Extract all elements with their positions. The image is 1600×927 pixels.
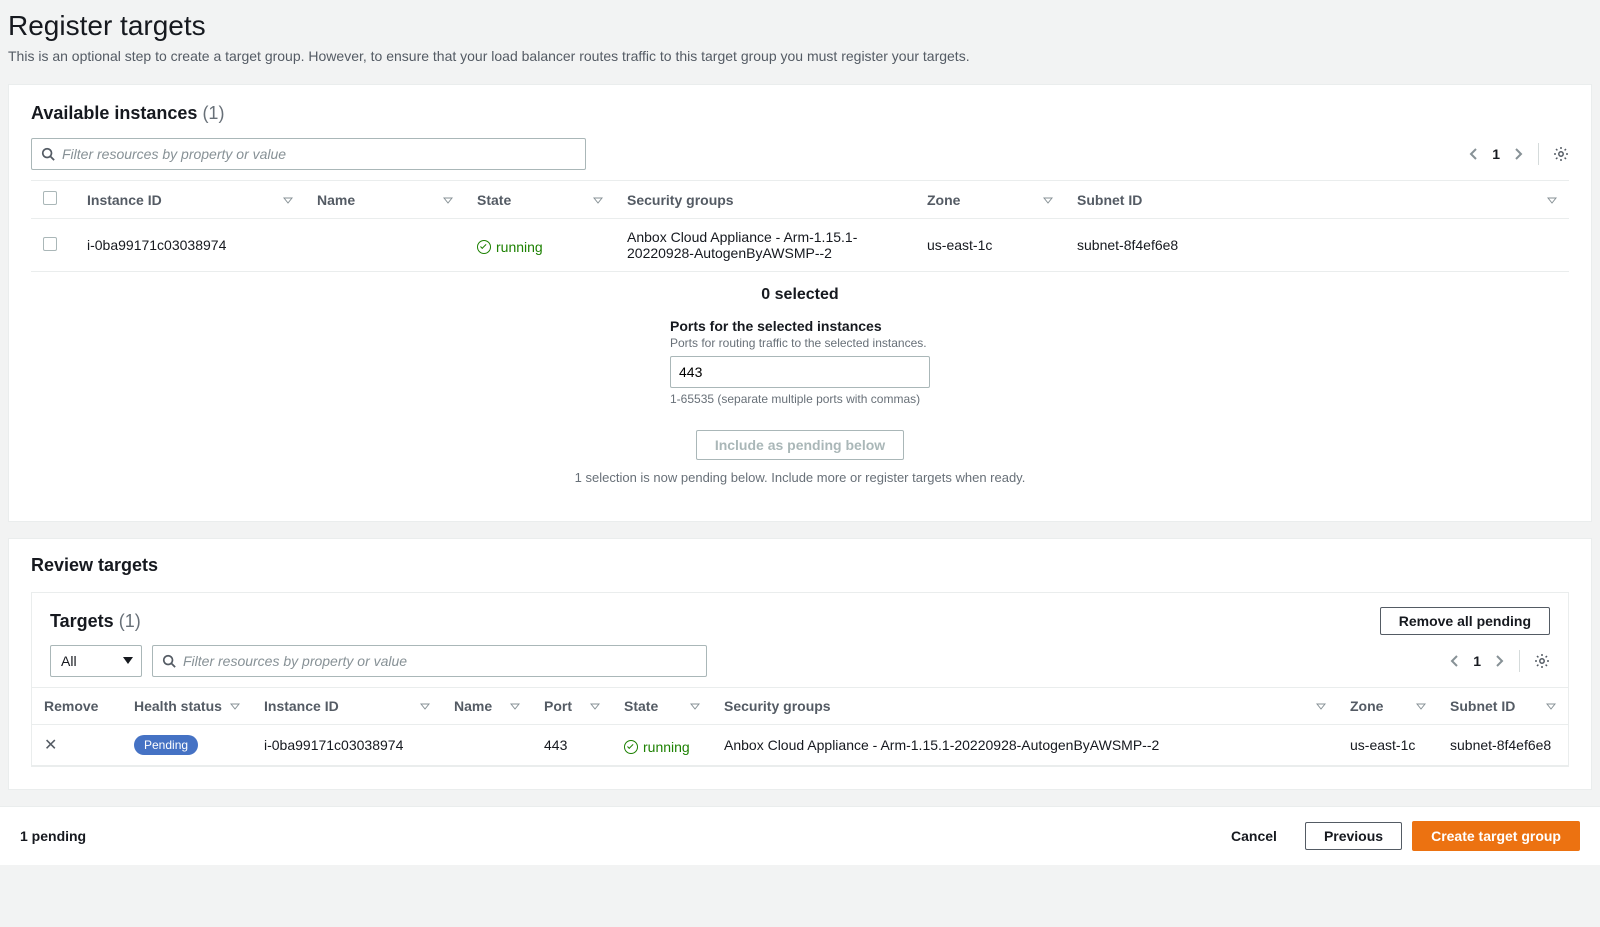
- select-all-checkbox[interactable]: [43, 191, 57, 205]
- security-groups-cell: Anbox Cloud Appliance - Arm-1.15.1-20220…: [615, 219, 915, 272]
- available-filter-input[interactable]: [31, 138, 586, 170]
- sort-caret-icon[interactable]: [420, 701, 430, 711]
- sort-caret-icon[interactable]: [593, 195, 603, 205]
- review-targets-title: Review targets: [9, 539, 1591, 576]
- settings-gear-icon[interactable]: [1553, 146, 1569, 162]
- sort-caret-icon[interactable]: [1416, 701, 1426, 711]
- sort-caret-icon[interactable]: [1546, 701, 1556, 711]
- port-cell: 443: [532, 725, 612, 766]
- available-instances-table: Instance ID Name State Security groups Z…: [31, 180, 1569, 272]
- settings-gear-icon[interactable]: [1534, 653, 1550, 669]
- state-cell: running: [465, 219, 615, 272]
- subnet-cell: subnet-8f4ef6e8: [1438, 725, 1568, 766]
- table-row[interactable]: ✕ Pending i-0ba99171c03038974 443 runnin…: [32, 725, 1568, 766]
- targets-filter-dropdown[interactable]: All: [50, 645, 142, 677]
- previous-button[interactable]: Previous: [1305, 822, 1402, 850]
- remove-row-button[interactable]: ✕: [44, 735, 57, 755]
- next-page-button[interactable]: [1495, 654, 1505, 668]
- chevron-down-icon: [123, 657, 133, 665]
- sort-caret-icon[interactable]: [1316, 701, 1326, 711]
- available-instances-title: Available instances (1): [31, 103, 1569, 124]
- name-cell: [442, 725, 532, 766]
- page-description: This is an optional step to create a tar…: [8, 48, 1592, 64]
- sort-caret-icon[interactable]: [690, 701, 700, 711]
- subnet-cell: subnet-8f4ef6e8: [1065, 219, 1569, 272]
- health-status-badge: Pending: [134, 735, 198, 755]
- instance-id-cell: i-0ba99171c03038974: [75, 219, 305, 272]
- create-target-group-button[interactable]: Create target group: [1412, 821, 1580, 851]
- targets-subpanel: Targets (1) Remove all pending All: [31, 592, 1569, 767]
- page-number: 1: [1492, 146, 1500, 162]
- security-groups-cell: Anbox Cloud Appliance - Arm-1.15.1-20220…: [712, 725, 1338, 766]
- prev-page-button[interactable]: [1449, 654, 1459, 668]
- pending-count: 1 pending: [20, 828, 86, 844]
- search-icon: [162, 654, 176, 668]
- sort-caret-icon[interactable]: [443, 195, 453, 205]
- zone-cell: us-east-1c: [915, 219, 1065, 272]
- cancel-button[interactable]: Cancel: [1213, 822, 1295, 850]
- ports-input[interactable]: [670, 356, 930, 388]
- table-row[interactable]: i-0ba99171c03038974 running Anbox Cloud …: [31, 219, 1569, 272]
- sort-caret-icon[interactable]: [283, 195, 293, 205]
- page-number: 1: [1473, 653, 1481, 669]
- selected-count: 0 selected: [31, 286, 1569, 304]
- ports-sublabel: Ports for routing traffic to the selecte…: [670, 336, 930, 350]
- running-status-icon: [477, 240, 491, 254]
- review-targets-panel: Review targets Targets (1) Remove all pe…: [8, 538, 1592, 790]
- sort-caret-icon[interactable]: [1547, 195, 1557, 205]
- page-title: Register targets: [8, 10, 1592, 42]
- instance-id-cell: i-0ba99171c03038974: [252, 725, 442, 766]
- targets-title: Targets (1): [50, 611, 141, 632]
- sort-caret-icon[interactable]: [510, 701, 520, 711]
- available-instances-panel: Available instances (1) 1: [8, 84, 1592, 522]
- next-page-button[interactable]: [1514, 147, 1524, 161]
- zone-cell: us-east-1c: [1338, 725, 1438, 766]
- include-pending-button[interactable]: Include as pending below: [696, 430, 904, 460]
- running-status-icon: [624, 740, 638, 754]
- targets-table: Remove Health status Instance ID Name Po…: [32, 687, 1568, 766]
- sort-caret-icon[interactable]: [230, 701, 240, 711]
- ports-hint: 1-65535 (separate multiple ports with co…: [670, 392, 930, 406]
- search-icon: [41, 147, 55, 161]
- row-checkbox[interactable]: [43, 237, 57, 251]
- remove-all-pending-button[interactable]: Remove all pending: [1380, 607, 1550, 635]
- prev-page-button[interactable]: [1468, 147, 1478, 161]
- footer-bar: 1 pending Cancel Previous Create target …: [0, 806, 1600, 865]
- state-cell: running: [612, 725, 712, 766]
- name-cell: [305, 219, 465, 272]
- ports-label: Ports for the selected instances: [670, 318, 930, 334]
- sort-caret-icon[interactable]: [590, 701, 600, 711]
- pending-message: 1 selection is now pending below. Includ…: [31, 462, 1569, 503]
- targets-filter-input[interactable]: [152, 645, 707, 677]
- sort-caret-icon[interactable]: [1043, 195, 1053, 205]
